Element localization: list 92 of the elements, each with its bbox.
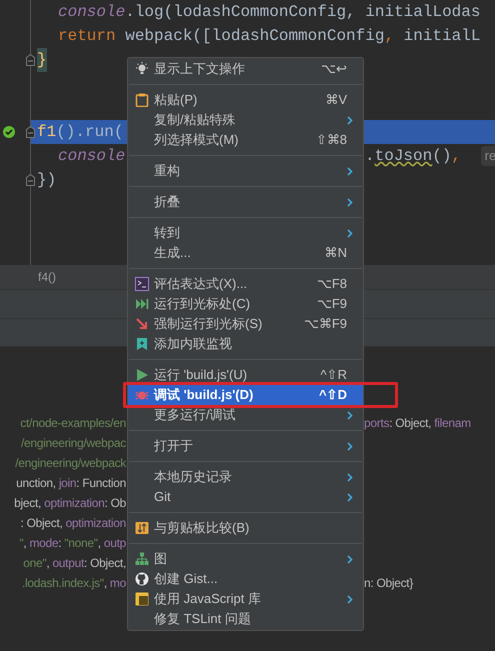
github-icon — [135, 572, 149, 586]
code-token: "none" — [64, 535, 98, 552]
code-token: outp — [104, 535, 126, 552]
code-token: : Object, — [20, 515, 64, 532]
code-token: /engineering/webpack — [15, 455, 126, 472]
code-token: } — [37, 48, 47, 72]
compare-icon — [135, 521, 149, 535]
code-token: /engineering/webpac — [20, 435, 126, 452]
menu-item[interactable]: 修复 TSLint 问题 — [128, 609, 363, 629]
code-token: join — [58, 475, 76, 492]
lightbulb-icon — [135, 62, 149, 76]
code-token: initialL — [404, 26, 480, 47]
menu-item[interactable]: 与剪贴板比较(B) — [128, 518, 363, 538]
menu-item[interactable]: 打开于 — [128, 436, 363, 456]
menu-item[interactable]: 添加内联监视 — [128, 334, 363, 354]
code-token: optimization — [44, 495, 105, 512]
code-token: " — [19, 535, 24, 552]
menu-item[interactable]: 使用 JavaScript 库 — [128, 589, 363, 609]
menu-item[interactable]: 强制运行到光标(S) ⌥⌘F9 — [128, 314, 363, 334]
code-token: one" — [23, 555, 46, 572]
menu-item[interactable]: 运行到光标处(C) ⌥F9 — [128, 294, 363, 314]
code-token: return — [58, 26, 117, 47]
code-token: : Object, — [389, 415, 432, 432]
code-token: , — [104, 575, 108, 592]
code-token: f1 — [37, 122, 56, 143]
clipboard-icon — [135, 93, 149, 107]
shortcut-label: ⌘N — [324, 244, 347, 262]
menu-item[interactable]: Git — [128, 487, 363, 507]
shortcut-label: ⌥⌘F9 — [304, 315, 347, 334]
check-icon — [3, 126, 15, 138]
play-icon — [135, 368, 149, 382]
code-token: webpack([lodashCommonConfig — [125, 26, 384, 47]
code-token: () — [432, 146, 452, 167]
menu-item[interactable]: 调试 'build.js'(D) ^⇧D — [128, 385, 363, 405]
code-token: : Object, — [84, 555, 126, 572]
menu-item[interactable]: 显示上下文操作 ⌥↩ — [128, 59, 363, 79]
menu-item[interactable]: 粘贴(P) ⌘V — [128, 90, 363, 110]
code-token: , — [451, 146, 462, 167]
code-token: : — [58, 535, 62, 552]
code-token: : Ob — [104, 495, 126, 512]
code-token: , — [23, 535, 28, 552]
bookmark-icon — [135, 337, 149, 351]
code-token: unction, — [16, 475, 57, 492]
js-file-icon — [135, 592, 149, 606]
menu-item[interactable]: 列选择模式(M) ⇧⌘8 — [128, 130, 363, 150]
menu-item[interactable]: 生成... ⌘N — [128, 243, 363, 263]
code-token: , — [384, 26, 396, 47]
code-token: .log(lodashCommonConfig, initialLodas — [125, 2, 480, 23]
diagonal-arrow-icon — [135, 317, 149, 331]
menu-item[interactable]: 运行 'build.js'(U) ^⇧R — [128, 365, 363, 385]
shortcut-label: ⌘V — [325, 91, 347, 110]
code-token: , — [98, 535, 102, 552]
code-token: n: Object} — [364, 575, 414, 592]
terminal-icon — [135, 277, 149, 291]
code-token: filenam — [434, 415, 471, 432]
menu-item[interactable]: 重构 — [128, 161, 363, 181]
menu-item[interactable]: 复制/粘贴特殊 — [128, 110, 363, 130]
menu-item[interactable]: 创建 Gist... — [128, 569, 363, 589]
code-token: bject, — [14, 495, 42, 512]
code-token: toJson — [374, 146, 432, 167]
shortcut-label: ⇧⌘8 — [316, 131, 347, 150]
code-token: .lodash.index.js" — [22, 575, 104, 592]
code-token: , — [46, 555, 50, 572]
code-token: console — [58, 146, 126, 167]
code-token: : Function — [76, 475, 126, 492]
run-to-cursor-icon — [135, 297, 149, 311]
menu-item[interactable]: 更多运行/调试 — [128, 405, 363, 425]
code-token: optimization — [66, 515, 126, 532]
shortcut-label: ⌥↩ — [321, 60, 347, 78]
code-token: mode — [29, 535, 58, 552]
code-token: ct/node-examples/en — [20, 415, 126, 432]
code-token: }) — [37, 170, 56, 191]
fold-marker-icon[interactable] — [26, 126, 35, 138]
code-token: output — [52, 555, 84, 572]
shortcut-label: ⌥F9 — [316, 295, 347, 314]
code-token: mo — [110, 575, 126, 592]
menu-item[interactable]: 转到 — [128, 223, 363, 243]
hierarchy-icon — [135, 552, 149, 566]
menu-item[interactable]: 图 — [128, 549, 363, 569]
shortcut-label: ^⇧R — [320, 366, 347, 384]
fold-marker-icon[interactable] — [26, 174, 35, 186]
code-token: console — [58, 2, 126, 23]
code-token: ().run( — [56, 122, 124, 143]
breadcrumb-item[interactable]: f4() — [38, 268, 56, 286]
shortcut-label: ^⇧D — [319, 386, 347, 404]
menu-item[interactable]: 评估表达式(X)... ⌥F8 — [128, 274, 363, 294]
menu-item[interactable]: 本地历史记录 — [128, 467, 363, 487]
code-token: . — [365, 146, 375, 167]
menu-item[interactable]: 折叠 — [128, 192, 363, 212]
fold-marker-icon[interactable] — [26, 54, 35, 66]
code-token: ports — [364, 415, 390, 432]
shortcut-label: ⌥F8 — [316, 275, 347, 294]
